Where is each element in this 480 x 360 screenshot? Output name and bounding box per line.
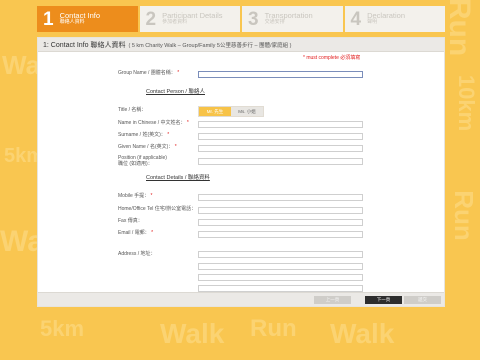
bg-word: Run [250, 315, 297, 342]
given-name-label: Given Name / 名(英文)： * [118, 144, 177, 150]
group-name-label: Group Name / 團體名稱： * [118, 70, 180, 76]
fax-label: Fax 傳真： [118, 218, 143, 224]
title-option-mr[interactable]: Mr. 先生 [199, 107, 231, 116]
surname-field[interactable] [198, 133, 363, 140]
address-line-4[interactable] [198, 285, 363, 292]
step-declaration[interactable]: 4 Declaration 聲明 [344, 6, 445, 32]
contact-details-heading: Contact Details / 聯絡資料 [146, 175, 210, 181]
title-option-ms[interactable]: Ms. 小姐 [231, 107, 263, 116]
panel-subtitle: ( 5 km Charity Walk – Group/Family 5公里慈善… [128, 42, 292, 49]
step-subtitle: 聯絡人資料 [59, 19, 85, 26]
group-name-field[interactable] [198, 71, 363, 78]
step-contact-info[interactable]: 1 Contact Info 聯絡人資料 [37, 6, 138, 32]
email-label: Email / 電郵： * [118, 230, 154, 236]
home-office-label: Home/Office Tel 住宅/辦公室電話： [118, 206, 197, 212]
contact-info-panel: 1: Contact Info 聯絡人資料 ( 5 km Charity Wal… [37, 37, 445, 307]
email-field[interactable] [198, 231, 363, 238]
bg-word: 10km [454, 74, 480, 132]
bg-word: Run [448, 190, 479, 241]
fax-field[interactable] [198, 219, 363, 226]
prev-page-button[interactable]: 上一頁 [314, 296, 351, 304]
required-note: * must complete 必須填寫 [303, 55, 361, 61]
panel-footer: 上一頁 下一頁 遞交 [38, 292, 444, 306]
title-toggle: Mr. 先生 Ms. 小姐 [198, 106, 264, 117]
name-chinese-label: Name in Chinese / 中文姓名： * [118, 120, 189, 126]
bg-word: Run [443, 0, 477, 57]
step-transportation[interactable]: 3 Transportation 交通安排 [242, 6, 343, 32]
surname-label: Surname / 姓(英文)： * [118, 132, 170, 138]
panel-header: 1: Contact Info 聯絡人資料 ( 5 km Charity Wal… [38, 38, 444, 52]
position-field[interactable] [198, 158, 363, 165]
bg-word: Walk [330, 318, 395, 349]
step-number: 1 [43, 8, 54, 30]
step-number: 3 [248, 8, 259, 30]
address-label: Address / 地址： [118, 251, 156, 257]
address-line-2[interactable] [198, 263, 363, 270]
name-chinese-field[interactable] [198, 121, 363, 128]
step-subtitle: 交通安排 [264, 19, 285, 26]
title-label: Title / 名稱： [118, 107, 147, 113]
bg-word: 5km [40, 316, 85, 341]
step-subtitle: 聲明 [367, 19, 378, 26]
mobile-label: Mobile 手提： * [118, 193, 153, 199]
step-subtitle: 參加者資料 [162, 19, 188, 26]
step-number: 4 [350, 8, 362, 30]
submit-button[interactable]: 遞交 [404, 296, 441, 304]
address-line-3[interactable] [198, 274, 363, 281]
given-name-field[interactable] [198, 145, 363, 152]
step-progress: 1 Contact Info 聯絡人資料 2 Participant Detai… [37, 6, 445, 32]
step-participant-details[interactable]: 2 Participant Details 參加者資料 [139, 6, 240, 32]
bg-word: Walk [160, 318, 225, 349]
address-line-1[interactable] [198, 251, 363, 258]
step-number: 2 [145, 8, 157, 30]
home-office-field[interactable] [198, 207, 363, 214]
position-label: Position (if applicable) 職位 (如適用)： [118, 155, 167, 167]
mobile-field[interactable] [198, 194, 363, 201]
contact-person-heading: Contact Person / 聯絡人 [146, 89, 205, 95]
next-page-button[interactable]: 下一頁 [365, 296, 402, 304]
panel-title: 1: Contact Info 聯絡人資料 [43, 41, 126, 49]
